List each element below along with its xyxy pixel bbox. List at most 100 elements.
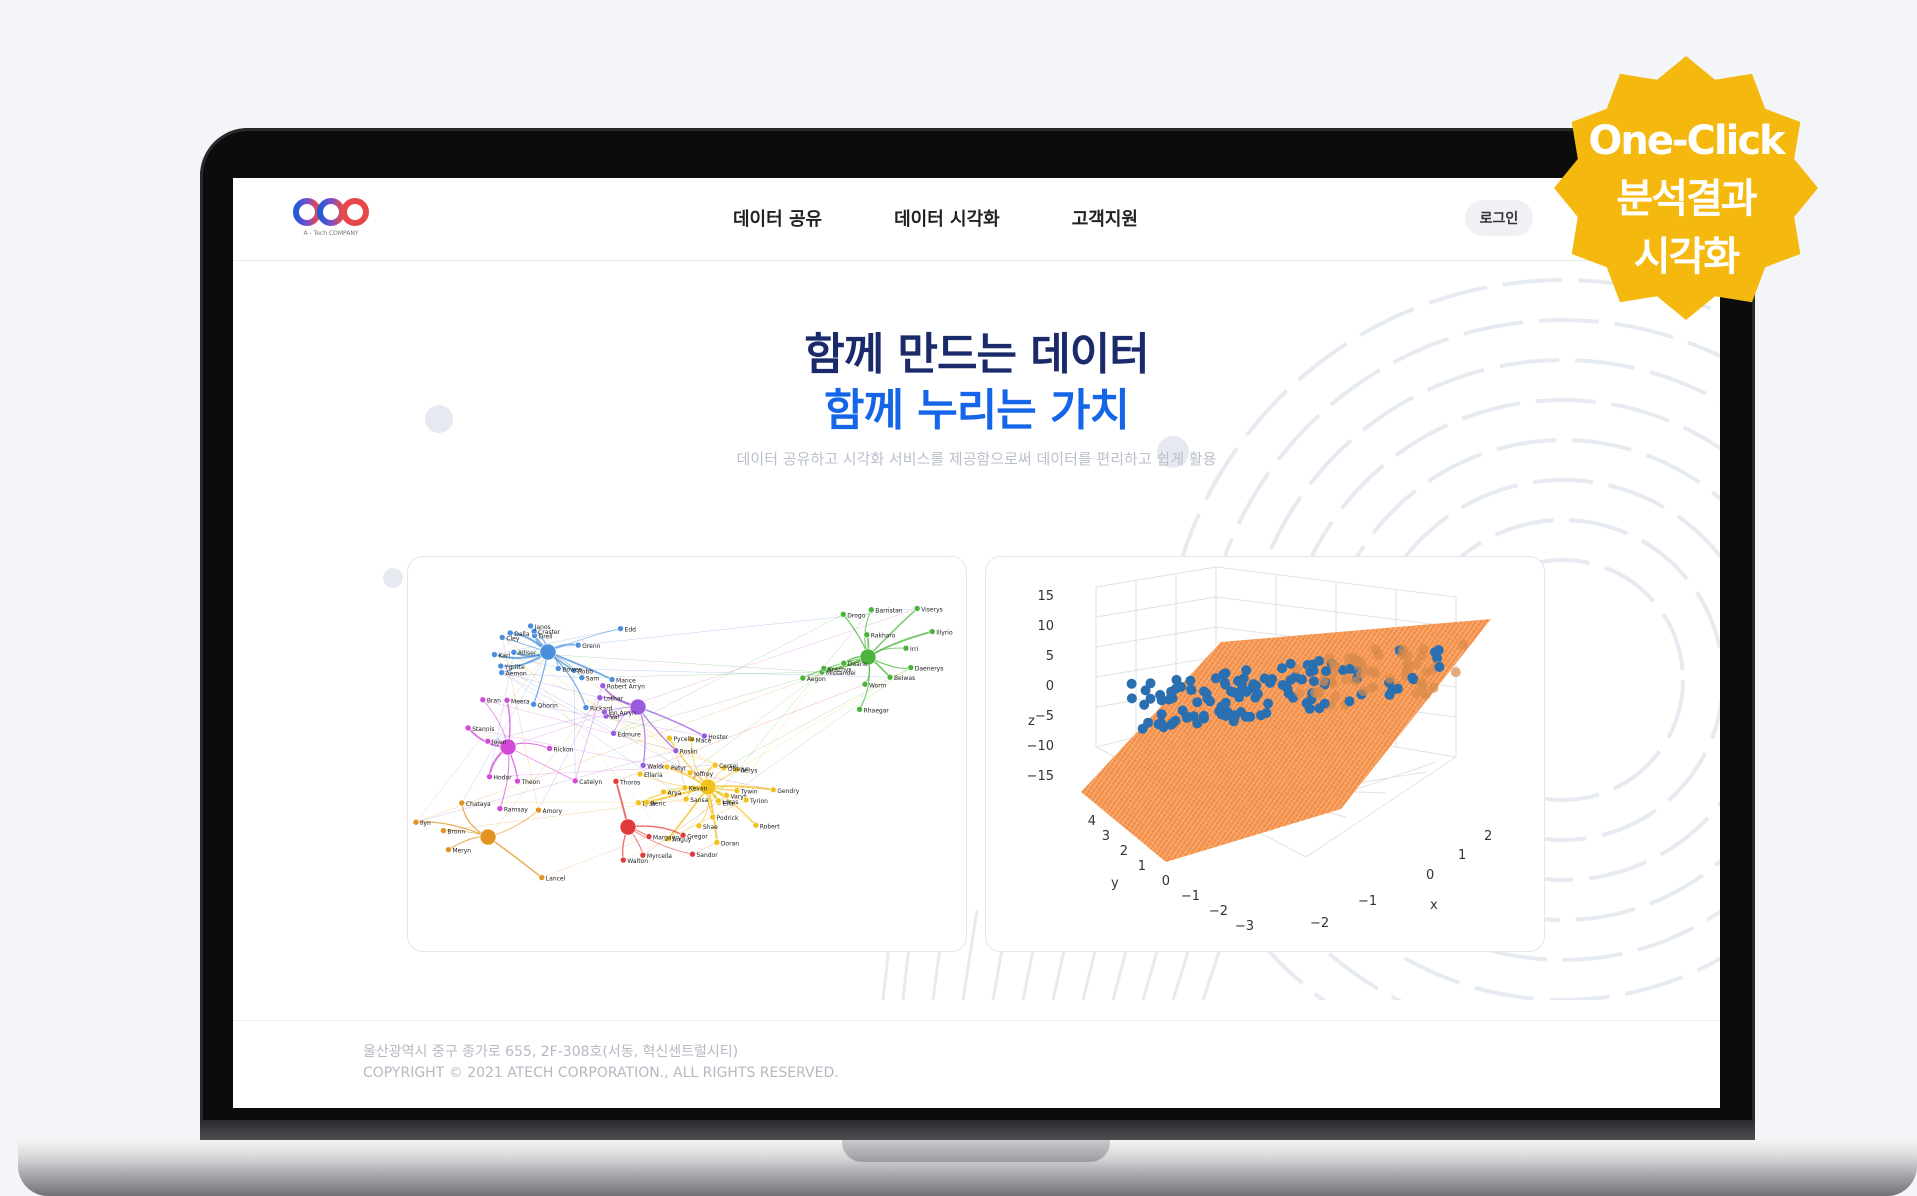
network-node xyxy=(636,770,644,778)
scatter-point xyxy=(1143,717,1154,728)
network-edge xyxy=(415,656,869,823)
network-node xyxy=(742,796,750,804)
network-node-label: Grenn xyxy=(582,643,600,650)
network-edge xyxy=(637,706,705,737)
y-tick: 2 xyxy=(1120,844,1128,859)
network-node-label: Viserys xyxy=(921,606,943,613)
network-node xyxy=(714,797,722,805)
scatter-point xyxy=(1309,676,1319,687)
network-node-label: Cersei xyxy=(719,763,738,770)
scatter-point xyxy=(1199,686,1209,697)
network-node-label: Petyr xyxy=(671,765,687,772)
network-node-label: Belwas xyxy=(894,675,915,682)
network-node xyxy=(709,813,716,821)
network-node xyxy=(868,606,875,614)
login-button[interactable]: 로그인 xyxy=(1465,200,1533,236)
y-tick: 4 xyxy=(1088,814,1096,829)
network-node-label: Robert xyxy=(760,823,781,830)
scatter-point xyxy=(1156,709,1167,720)
x-tick: 2 xyxy=(1484,829,1492,844)
network-node-label: Aegon xyxy=(807,676,826,683)
network-node xyxy=(412,818,420,826)
x-tick: 0 xyxy=(1426,868,1434,883)
network-node xyxy=(535,806,542,814)
z-tick: −5 xyxy=(1035,709,1054,724)
network-node-label: Irri xyxy=(910,646,919,653)
badge-line: 분석결과 xyxy=(1616,176,1757,222)
network-node-label: Rickon xyxy=(554,746,574,753)
network-node-label: Catelyn xyxy=(579,779,602,786)
network-node xyxy=(856,706,863,713)
network-graph-card[interactable]: Karl Robb Ygritte Mance Dalla Qhorin Orell Alli… xyxy=(407,556,967,952)
site-footer: 울산광역시 중구 종가로 655, 2F-308호(서동, 혁신센트럴시티) C… xyxy=(233,1020,1720,1108)
scatter-point xyxy=(1366,683,1377,694)
network-node xyxy=(689,850,696,858)
network-node xyxy=(440,827,447,834)
x-tick: −1 xyxy=(1358,894,1377,909)
surface-plot: 15 10 5 0 −5 −10 −15 z 4 3 2 1 0 −1 −2 −… xyxy=(1027,566,1492,934)
scatter-point xyxy=(1155,689,1166,700)
network-node xyxy=(546,745,553,752)
network-node-label: Stannis xyxy=(472,726,494,733)
network-node xyxy=(610,730,617,737)
scatter-point xyxy=(1166,691,1177,702)
network-node-label: Amory xyxy=(542,808,562,815)
network-node xyxy=(554,665,562,672)
scatter-point xyxy=(1344,664,1355,674)
network-node-label: Lothar xyxy=(604,696,624,703)
z-tick: 15 xyxy=(1037,589,1054,604)
z-tick: −15 xyxy=(1027,769,1054,784)
network-edge xyxy=(682,609,872,836)
network-node xyxy=(619,818,637,836)
network-node-label: Gendry xyxy=(777,788,799,795)
network-node xyxy=(538,874,546,881)
network-node xyxy=(679,831,687,839)
scatter-point xyxy=(1319,698,1330,709)
nav-data-share[interactable]: 데이터 공유 xyxy=(733,205,822,231)
nav-data-visualization[interactable]: 데이터 시각화 xyxy=(894,205,1000,231)
network-node xyxy=(663,763,671,771)
scatter-point xyxy=(1228,716,1239,727)
network-node-label: Sam xyxy=(586,676,599,683)
x-tick: 1 xyxy=(1458,848,1466,863)
network-node-label: Janos xyxy=(534,624,551,631)
nav-customer-support[interactable]: 고객지원 xyxy=(1072,205,1138,231)
scatter-point xyxy=(1321,666,1332,677)
network-node-label: Rakharo xyxy=(871,633,896,640)
network-edge xyxy=(487,697,601,838)
network-node-label: Alliser xyxy=(518,650,537,657)
scatter-point xyxy=(1370,668,1380,679)
network-node xyxy=(839,611,847,618)
company-logo[interactable]: A - Tech COMPANY xyxy=(291,196,371,240)
scatter-point xyxy=(1145,693,1156,704)
footer-copyright: COPYRIGHT © 2021 ATECH CORPORATION., ALL… xyxy=(363,1065,839,1081)
scatter-point xyxy=(1205,696,1215,707)
network-node xyxy=(464,724,472,732)
network-node xyxy=(601,708,608,716)
network-node-label: Barristan xyxy=(875,608,902,615)
z-tick: 0 xyxy=(1046,679,1054,694)
scatter-point xyxy=(1430,647,1440,658)
network-graph: KarlRobbYgritteManceDallaQhorinOrellAlli… xyxy=(412,605,953,883)
network-node xyxy=(645,833,653,840)
scatter-point xyxy=(1370,644,1381,655)
network-node xyxy=(886,673,894,681)
network-edge xyxy=(613,614,844,734)
network-edge xyxy=(507,608,918,748)
website-screen: A - Tech COMPANY 데이터 공유 데이터 시각화 고객지원 로그인 xyxy=(233,178,1720,1108)
network-node xyxy=(686,769,694,777)
scatter-point xyxy=(1186,684,1197,695)
network-node xyxy=(682,795,690,803)
network-node-label: Theon xyxy=(520,779,540,786)
network-node-label: Kraznys xyxy=(828,666,852,673)
network-node-label: Hodor xyxy=(493,775,512,782)
scatter-point xyxy=(1385,673,1395,684)
y-tick: −1 xyxy=(1181,889,1200,904)
network-node-label: Bronn xyxy=(447,829,465,836)
network-node xyxy=(863,631,871,638)
scatter-point xyxy=(1341,674,1352,685)
network-node xyxy=(498,669,505,676)
network-node xyxy=(612,778,620,785)
surface-plot-card[interactable]: 15 10 5 0 −5 −10 −15 z 4 3 2 1 0 −1 −2 −… xyxy=(985,556,1545,952)
network-node-label: Jon Arryn xyxy=(607,710,636,717)
